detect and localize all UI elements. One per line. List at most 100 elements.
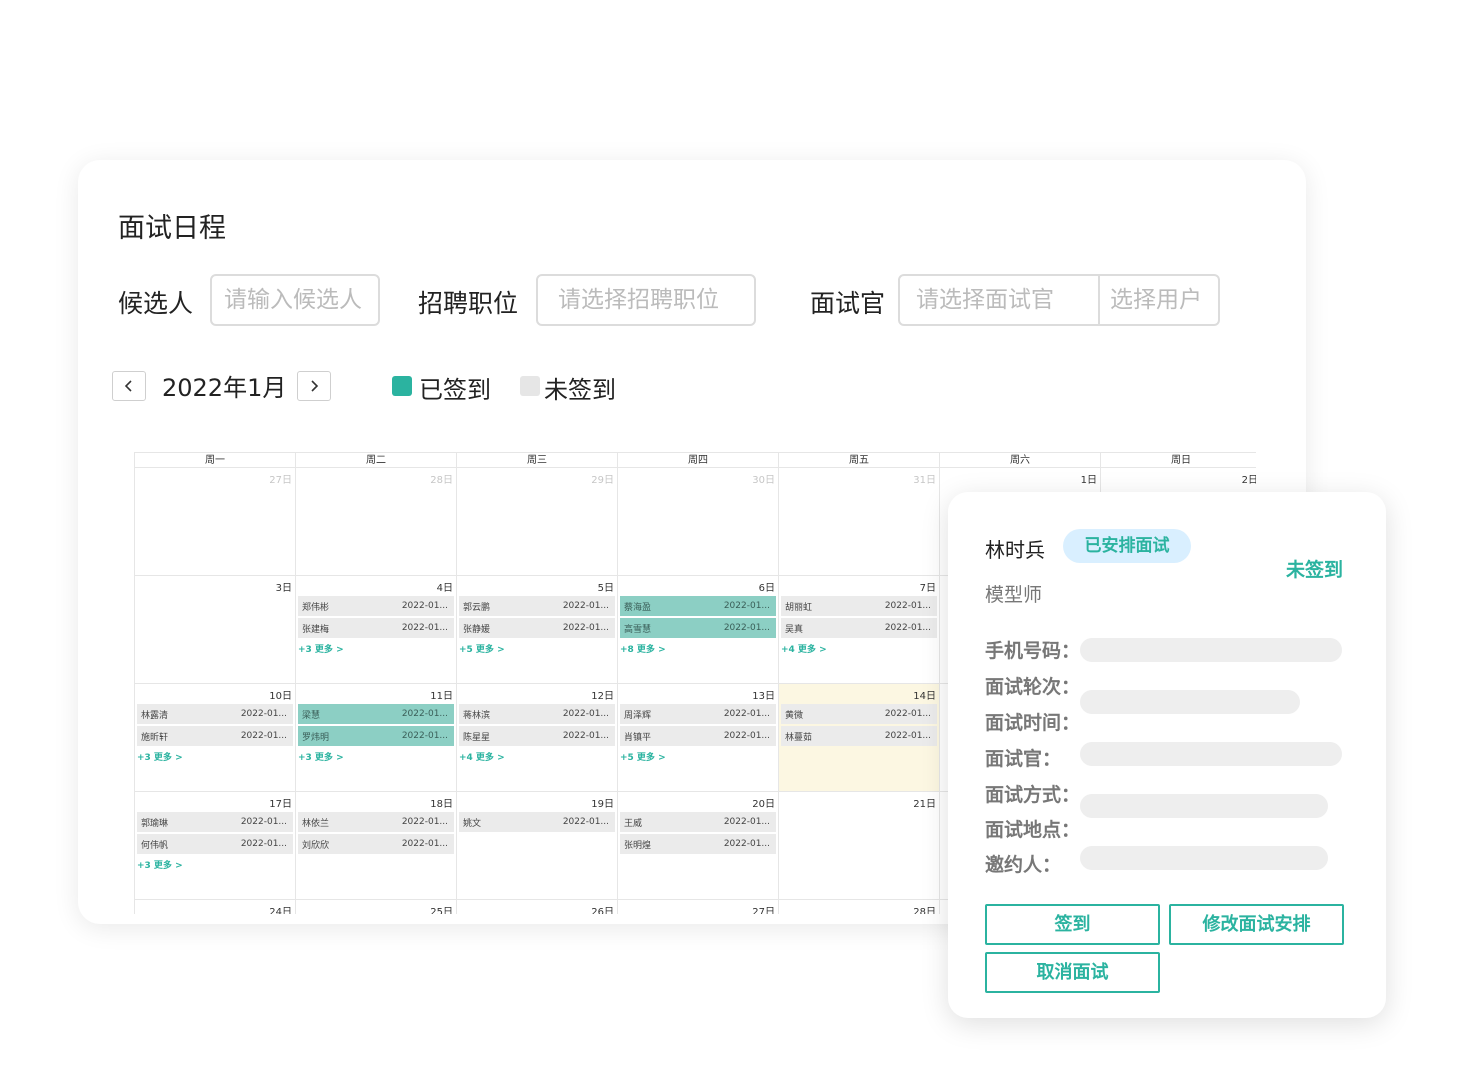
calendar-day-cell[interactable]: 11日梁慧 2022-01... 罗炜明 2022-01... +3 更多 >	[295, 684, 456, 792]
event-candidate-name: 张静媛	[463, 624, 491, 635]
interview-event[interactable]: 张静媛 2022-01...	[459, 618, 615, 638]
calendar-day-cell[interactable]: 31日	[778, 468, 939, 576]
interview-event[interactable]: 郑伟彬 2022-01...	[298, 596, 454, 616]
signin-status: 未签到	[1286, 559, 1344, 581]
sign-in-button[interactable]: 签到	[985, 904, 1160, 945]
day-number: 13日	[752, 691, 775, 702]
interview-event[interactable]: 陈星星 2022-01...	[459, 726, 615, 746]
event-date: 2022-01...	[884, 731, 931, 741]
calendar-day-cell[interactable]: 21日	[778, 792, 939, 900]
event-candidate-name: 黄微	[785, 710, 804, 721]
more-events-link[interactable]: +5 更多 >	[620, 750, 666, 763]
interviewer-select[interactable]: 请选择面试官	[898, 274, 1100, 326]
event-candidate-name: 林蔓茹	[785, 732, 813, 743]
event-date: 2022-01...	[401, 623, 448, 633]
more-events-link[interactable]: +4 更多 >	[781, 642, 827, 655]
weekday-header: 周二	[295, 452, 456, 468]
position-select[interactable]: 请选择招聘职位	[536, 274, 756, 326]
signed-legend-swatch	[392, 376, 412, 396]
next-month-button[interactable]	[297, 371, 331, 401]
modify-interview-button[interactable]: 修改面试安排	[1169, 904, 1344, 945]
interview-event[interactable]: 郭云鹏 2022-01...	[459, 596, 615, 616]
calendar-day-cell[interactable]: 7日 胡丽虹 2022-01... 吴真 2022-01... +4 更多 >	[778, 576, 939, 684]
calendar-day-cell[interactable]: 17日 郭瑜琳 2022-01... 何伟帆 2022-01... +3 更多 >	[134, 792, 295, 900]
calendar-day-cell[interactable]: 13日周泽辉 2022-01... 肖镇平 2022-01... +5 更多 >	[617, 684, 778, 792]
more-events-link[interactable]: +3 更多 >	[137, 750, 183, 763]
calendar-day-cell[interactable]: 30日	[617, 468, 778, 576]
calendar-day-cell[interactable]: 5日 郭云鹏 2022-01... 张静媛 2022-01... +5 更多 >	[456, 576, 617, 684]
interview-event[interactable]: 蒋林滨 2022-01...	[459, 704, 615, 724]
calendar-day-cell[interactable]: 26日	[456, 900, 617, 914]
event-date: 2022-01...	[723, 601, 770, 611]
event-date: 2022-01...	[884, 623, 931, 633]
interview-event[interactable]: 林蔓茹 2022-01...	[781, 726, 937, 746]
event-candidate-name: 王威	[624, 818, 643, 829]
calendar-day-cell[interactable]: 27日	[134, 468, 295, 576]
calendar-day-cell[interactable]: 6日 蔡海盈 2022-01... 高雪慧 2022-01... +8 更多 >	[617, 576, 778, 684]
event-date: 2022-01...	[884, 709, 931, 719]
day-number: 21日	[913, 799, 936, 810]
field-label-method: 面试方式：	[985, 784, 1081, 806]
day-number: 11日	[430, 691, 453, 702]
event-date: 2022-01...	[401, 839, 448, 849]
more-events-link[interactable]: +3 更多 >	[137, 858, 183, 871]
calendar-day-cell[interactable]: 29日	[456, 468, 617, 576]
interview-event[interactable]: 刘欣欣 2022-01...	[298, 834, 454, 854]
calendar-day-cell[interactable]: 12日 蒋林滨 2022-01... 陈星星 2022-01... +4 更多 >	[456, 684, 617, 792]
calendar-day-cell[interactable]: 28日	[778, 900, 939, 914]
cancel-interview-button[interactable]: 取消面试	[985, 952, 1160, 993]
interview-event[interactable]: 蔡海盈 2022-01...	[620, 596, 776, 616]
event-date: 2022-01...	[723, 623, 770, 633]
interview-event[interactable]: 张明煌 2022-01...	[620, 834, 776, 854]
interview-event[interactable]: 黄微 2022-01...	[781, 704, 937, 724]
calendar-day-cell[interactable]: 24日	[134, 900, 295, 914]
calendar-day-cell[interactable]: 27日	[617, 900, 778, 914]
interview-event[interactable]: 吴真 2022-01...	[781, 618, 937, 638]
interview-event[interactable]: 周泽辉 2022-01...	[620, 704, 776, 724]
candidate-search-input[interactable]: 请输入候选人	[210, 274, 380, 326]
interview-event[interactable]: 林露清 2022-01...	[137, 704, 293, 724]
more-events-link[interactable]: +3 更多 >	[298, 750, 344, 763]
field-label-location: 面试地点：	[985, 819, 1081, 841]
calendar-day-cell[interactable]: 28日	[295, 468, 456, 576]
prev-month-button[interactable]	[112, 371, 146, 401]
interview-event[interactable]: 王威 2022-01...	[620, 812, 776, 832]
calendar-day-cell[interactable]: 19日 姚文 2022-01...	[456, 792, 617, 900]
calendar-day-cell[interactable]: 4日 郑伟彬 2022-01... 张建梅 2022-01... +3 更多 >	[295, 576, 456, 684]
event-candidate-name: 郭云鹏	[463, 602, 491, 613]
interview-event[interactable]: 胡丽虹 2022-01...	[781, 596, 937, 616]
calendar-day-cell[interactable]: 3日	[134, 576, 295, 684]
interview-event[interactable]: 高雪慧 2022-01...	[620, 618, 776, 638]
event-date: 2022-01...	[240, 817, 287, 827]
more-events-link[interactable]: +4 更多 >	[459, 750, 505, 763]
interview-event[interactable]: 罗炜明 2022-01...	[298, 726, 454, 746]
interview-event[interactable]: 林依兰 2022-01...	[298, 812, 454, 832]
calendar-day-cell[interactable]: 18日 林依兰 2022-01... 刘欣欣 2022-01...	[295, 792, 456, 900]
calendar-day-cell[interactable]: 14日 黄微 2022-01... 林蔓茹 2022-01...	[778, 684, 939, 792]
day-number: 28日	[430, 475, 453, 486]
interview-event[interactable]: 肖镇平 2022-01...	[620, 726, 776, 746]
more-events-link[interactable]: +5 更多 >	[459, 642, 505, 655]
interview-event[interactable]: 郭瑜琳 2022-01...	[137, 812, 293, 832]
select-user-button[interactable]: 选择用户	[1098, 274, 1220, 326]
calendar-day-cell[interactable]: 25日	[295, 900, 456, 914]
more-events-link[interactable]: +8 更多 >	[620, 642, 666, 655]
position-filter-label: 招聘职位	[418, 289, 519, 318]
day-number: 27日	[269, 475, 292, 486]
interview-event[interactable]: 施昕轩 2022-01...	[137, 726, 293, 746]
interview-event[interactable]: 何伟帆 2022-01...	[137, 834, 293, 854]
unsigned-legend-label: 未签到	[544, 376, 616, 404]
event-candidate-name: 陈星星	[463, 732, 491, 743]
event-date: 2022-01...	[401, 709, 448, 719]
status-badge: 已安排面试	[1063, 529, 1191, 563]
more-events-link[interactable]: +3 更多 >	[298, 642, 344, 655]
calendar-day-cell[interactable]: 20日 王威 2022-01... 张明煌 2022-01...	[617, 792, 778, 900]
interview-event[interactable]: 梁慧 2022-01...	[298, 704, 454, 724]
interview-event[interactable]: 张建梅 2022-01...	[298, 618, 454, 638]
event-candidate-name: 梁慧	[302, 710, 321, 721]
event-candidate-name: 刘欣欣	[302, 840, 330, 851]
day-number: 3日	[275, 583, 292, 594]
calendar-day-cell[interactable]: 10日 林露清 2022-01... 施昕轩 2022-01... +3 更多 >	[134, 684, 295, 792]
field-value-method	[1080, 794, 1328, 818]
interview-event[interactable]: 姚文 2022-01...	[459, 812, 615, 832]
